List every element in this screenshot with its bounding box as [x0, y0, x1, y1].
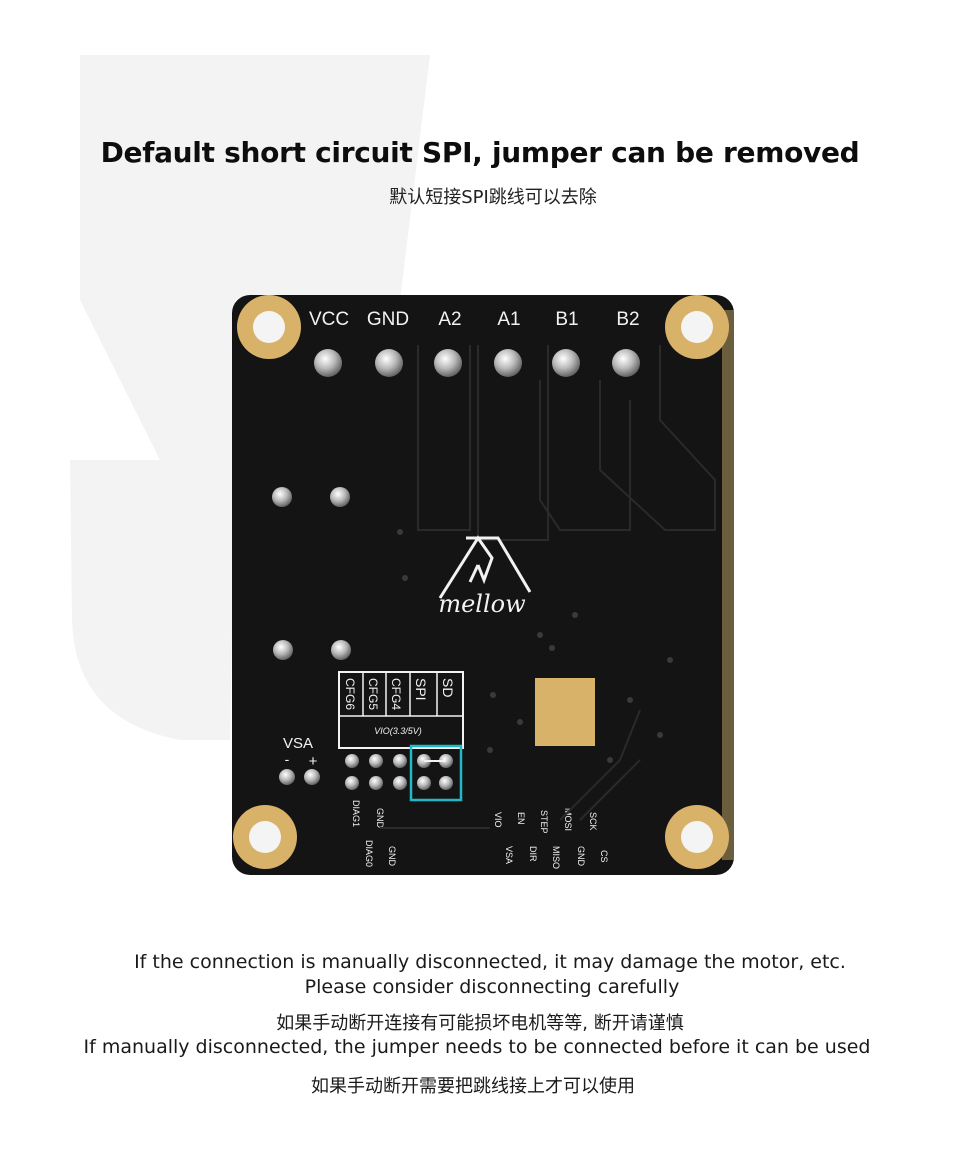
pcb-body — [232, 295, 734, 875]
vio-label: VIO(3.3/5V) — [374, 726, 422, 736]
jumper-label: CFG5 — [366, 678, 380, 710]
terminal-label: B2 — [616, 309, 639, 330]
pin-label: MISO — [551, 846, 561, 869]
note-line-5-cn: 如果手动断开需要把跳线接上才可以使用 — [311, 1076, 635, 1097]
terminal-label: VCC — [309, 309, 349, 330]
pin-label: GND — [387, 846, 397, 867]
vsa-pin — [279, 769, 295, 785]
terminal-pin — [434, 349, 462, 377]
jumper-label: CFG6 — [343, 678, 357, 710]
logo-wordmark: mellow — [438, 590, 526, 618]
note-line-3-cn: 如果手动断开连接有可能损坏电机等等, 断开请谨慎 — [276, 1013, 684, 1034]
vsa-minus-label: - — [285, 751, 290, 767]
terminal-label: GND — [367, 309, 409, 330]
mounting-hole-bottom-right — [665, 805, 729, 869]
note-line-4: If manually disconnected, the jumper nee… — [83, 1036, 871, 1058]
terminal-label: A1 — [497, 309, 520, 330]
mounting-hole-top-left — [237, 295, 301, 359]
terminal-pin — [375, 349, 403, 377]
vsa-label: VSA — [283, 735, 313, 752]
pin-label: CS — [599, 850, 609, 863]
vsa-pin — [304, 769, 320, 785]
note-line-2: Please consider disconnecting carefully — [304, 976, 680, 998]
pin-label: DIAG0 — [364, 840, 374, 867]
mounting-hole-bottom-left — [233, 805, 297, 869]
note-line-1: If the connection is manually disconnect… — [134, 951, 846, 973]
pin-label: DIR — [528, 846, 538, 862]
terminal-label: B1 — [555, 309, 578, 330]
terminal-label: A2 — [438, 309, 461, 330]
pin-label: EN — [516, 812, 526, 825]
terminal-pin — [314, 349, 342, 377]
thermal-pad — [535, 678, 595, 746]
pin-label: GND — [576, 846, 586, 867]
pin-label: DIAG1 — [351, 800, 361, 827]
pin-label: VSA — [504, 846, 514, 864]
jumper-label: SD — [440, 678, 456, 697]
vsa-plus-label: + — [309, 753, 318, 770]
pin-label: GND — [375, 808, 385, 829]
jumper-label: CFG4 — [389, 678, 403, 710]
pin-label: SCK — [588, 812, 598, 831]
terminal-pin — [494, 349, 522, 377]
terminal-pin — [552, 349, 580, 377]
pin-label: STEP — [539, 810, 549, 834]
terminal-pin — [612, 349, 640, 377]
mounting-hole-top-right — [665, 295, 729, 359]
jumper-label: SPI — [413, 678, 429, 701]
pin-label: VIO — [493, 812, 503, 828]
